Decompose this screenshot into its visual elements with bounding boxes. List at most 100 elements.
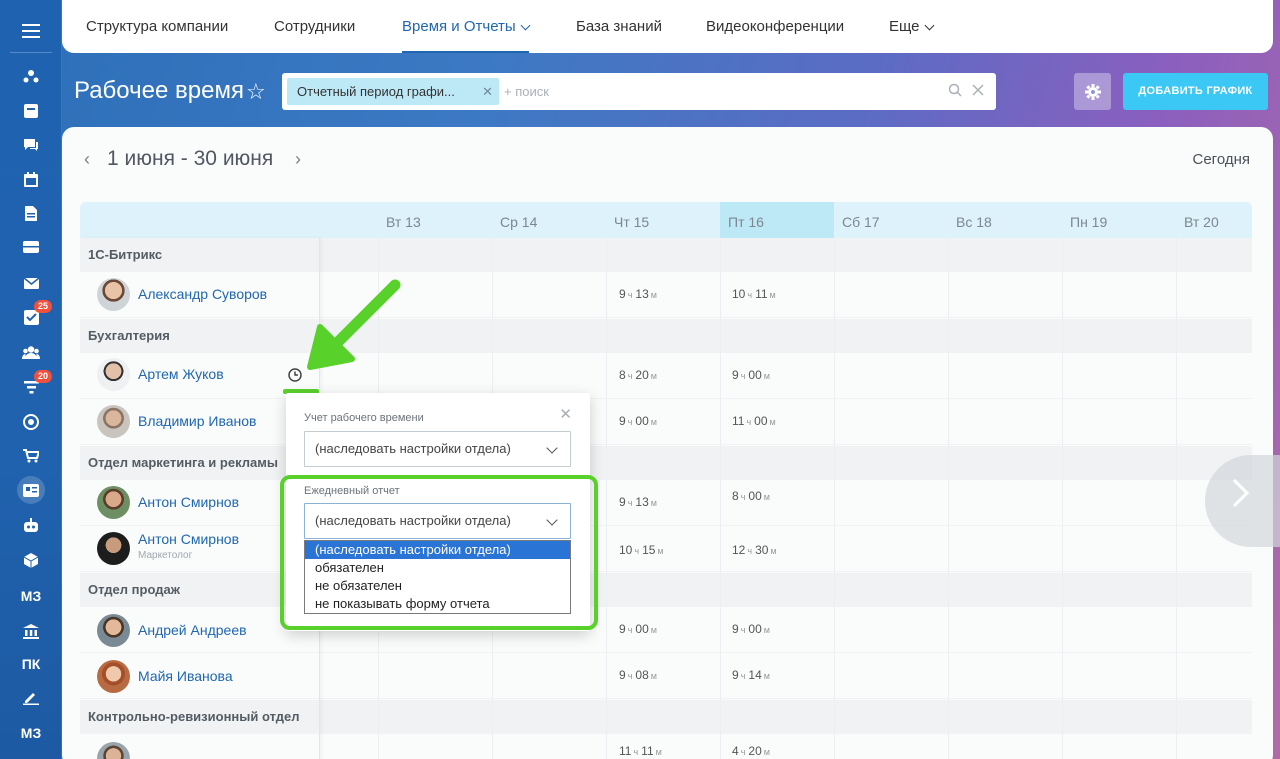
minutes: 00 (748, 368, 762, 382)
filter-icon[interactable]: 20 (0, 370, 62, 404)
hours: 9 (619, 495, 626, 509)
target-icon[interactable] (0, 405, 62, 439)
search-icon[interactable] (948, 83, 962, 100)
drive-icon[interactable] (0, 230, 62, 264)
minutes: 08 (635, 668, 649, 682)
hours-unit: ч (627, 417, 633, 427)
prev-period-icon[interactable]: ‹ (84, 149, 90, 170)
nav-more-label: Еще (889, 18, 920, 35)
chevron-right-icon (1220, 478, 1250, 508)
today-button[interactable]: Сегодня (1193, 151, 1251, 168)
time-value[interactable]: 9 ч 13 м (619, 287, 660, 301)
minutes: 00 (754, 414, 768, 428)
minutes-unit: м (650, 625, 657, 635)
shop-cart-icon[interactable] (0, 439, 62, 473)
time-value[interactable]: 10 ч 15 м (619, 543, 667, 557)
time-value[interactable]: 9 ч 14 м (732, 668, 773, 682)
minutes-unit: м (770, 546, 777, 556)
hours: 10 (732, 287, 746, 301)
time-value[interactable]: 10 ч 11 м (732, 287, 779, 301)
time-value[interactable]: 12 ч 30 м (732, 543, 780, 557)
time-value[interactable]: 11 ч 11 м (619, 744, 665, 758)
minutes-unit: м (650, 671, 657, 681)
time-value[interactable]: 9 ч 00 м (619, 622, 660, 636)
time-value[interactable]: 9 ч 00 м (732, 622, 773, 636)
minutes-unit: м (650, 371, 657, 381)
time-value[interactable]: 11 ч 00 м (732, 414, 779, 428)
hours: 9 (619, 668, 626, 682)
minutes: 13 (635, 495, 649, 509)
nav-video-conferences[interactable]: Видеоконференции (706, 0, 844, 53)
document-icon[interactable] (0, 196, 62, 230)
employees-icon[interactable] (0, 335, 62, 369)
time-value[interactable]: 8 ч 20 м (619, 368, 660, 382)
minutes: 20 (748, 744, 762, 758)
hours-unit: ч (740, 371, 746, 381)
nav-time-and-reports[interactable]: Время и Отчеты (402, 0, 531, 53)
hours: 11 (619, 744, 632, 758)
timeman-icon[interactable] (0, 473, 62, 507)
search-bar[interactable]: Отчетный период графи... ✕ + поиск (282, 73, 996, 110)
minutes-unit: м (650, 498, 657, 508)
next-period-icon[interactable]: › (295, 149, 301, 170)
sidebar-text-item-2[interactable]: ПК (0, 647, 62, 681)
time-value[interactable]: 4 ч 20 м (732, 744, 773, 758)
menu-icon[interactable] (0, 14, 62, 48)
hours: 9 (732, 622, 739, 636)
day-header: Ср 14 (500, 214, 538, 230)
time-value[interactable]: 8 ч 00 м (732, 489, 773, 503)
hours: 8 (732, 489, 739, 503)
minutes-unit: м (763, 747, 770, 757)
feed-icon[interactable] (0, 60, 62, 94)
time-value[interactable]: 9 ч 00 м (732, 368, 773, 382)
day-header: Пн 19 (1070, 214, 1108, 230)
minutes-unit: м (650, 417, 657, 427)
hours: 9 (619, 287, 626, 301)
minutes: 14 (748, 668, 762, 682)
chip-close-icon[interactable]: ✕ (482, 78, 493, 105)
mail-icon[interactable] (0, 266, 62, 300)
filter-badge: 20 (34, 370, 53, 383)
signature-icon[interactable] (0, 681, 62, 715)
nav-company-structure[interactable]: Структура компании (86, 0, 228, 53)
time-value[interactable]: 9 ч 00 м (619, 414, 660, 428)
left-sidebar: 25 20 МЗ ПК МЗ (0, 0, 62, 759)
minutes: 00 (748, 622, 762, 636)
minutes: 00 (748, 489, 762, 503)
time-value[interactable]: 9 ч 08 м (619, 668, 660, 682)
clear-search-icon[interactable] (972, 83, 984, 100)
settings-button[interactable] (1074, 73, 1111, 110)
time-tracking-select[interactable]: (наследовать настройки отдела) (304, 431, 571, 467)
hours-unit: ч (627, 290, 633, 300)
robot-icon[interactable] (0, 508, 62, 542)
add-schedule-button[interactable]: ДОБАВИТЬ ГРАФИК (1123, 73, 1268, 110)
nav-more[interactable]: Еще (889, 0, 934, 53)
hours-unit: ч (740, 492, 746, 502)
close-icon[interactable]: ✕ (559, 405, 572, 423)
bank-icon[interactable] (0, 614, 62, 648)
annotation-arrow-icon (307, 279, 401, 370)
hours: 11 (732, 414, 745, 428)
nav-knowledge-base[interactable]: База знаний (576, 0, 662, 53)
search-input[interactable]: + поиск (504, 73, 549, 110)
time-value[interactable]: 9 ч 13 м (619, 495, 660, 509)
hours-unit: ч (634, 546, 640, 556)
minutes: 00 (635, 622, 649, 636)
hours: 9 (619, 414, 626, 428)
sidebar-text-item-3[interactable]: МЗ (0, 716, 62, 750)
star-icon[interactable]: ☆ (246, 79, 266, 105)
chat-icon[interactable] (0, 128, 62, 162)
nav-employees[interactable]: Сотрудники (274, 0, 355, 53)
tasks-icon[interactable]: 25 (0, 300, 62, 334)
day-header: Вт 20 (1184, 214, 1219, 230)
minutes: 11 (755, 287, 768, 301)
hours-unit: ч (740, 625, 746, 635)
page-title: Рабочее время (74, 77, 244, 104)
cube-icon[interactable] (0, 543, 62, 577)
day-header-today: Пт 16 (720, 202, 834, 238)
tasks-board-icon[interactable] (0, 94, 62, 128)
hours-unit: ч (740, 747, 746, 757)
sidebar-text-item-1[interactable]: МЗ (0, 579, 62, 613)
filter-chip[interactable]: Отчетный период графи... ✕ (287, 78, 499, 105)
calendar-icon[interactable] (0, 162, 62, 196)
